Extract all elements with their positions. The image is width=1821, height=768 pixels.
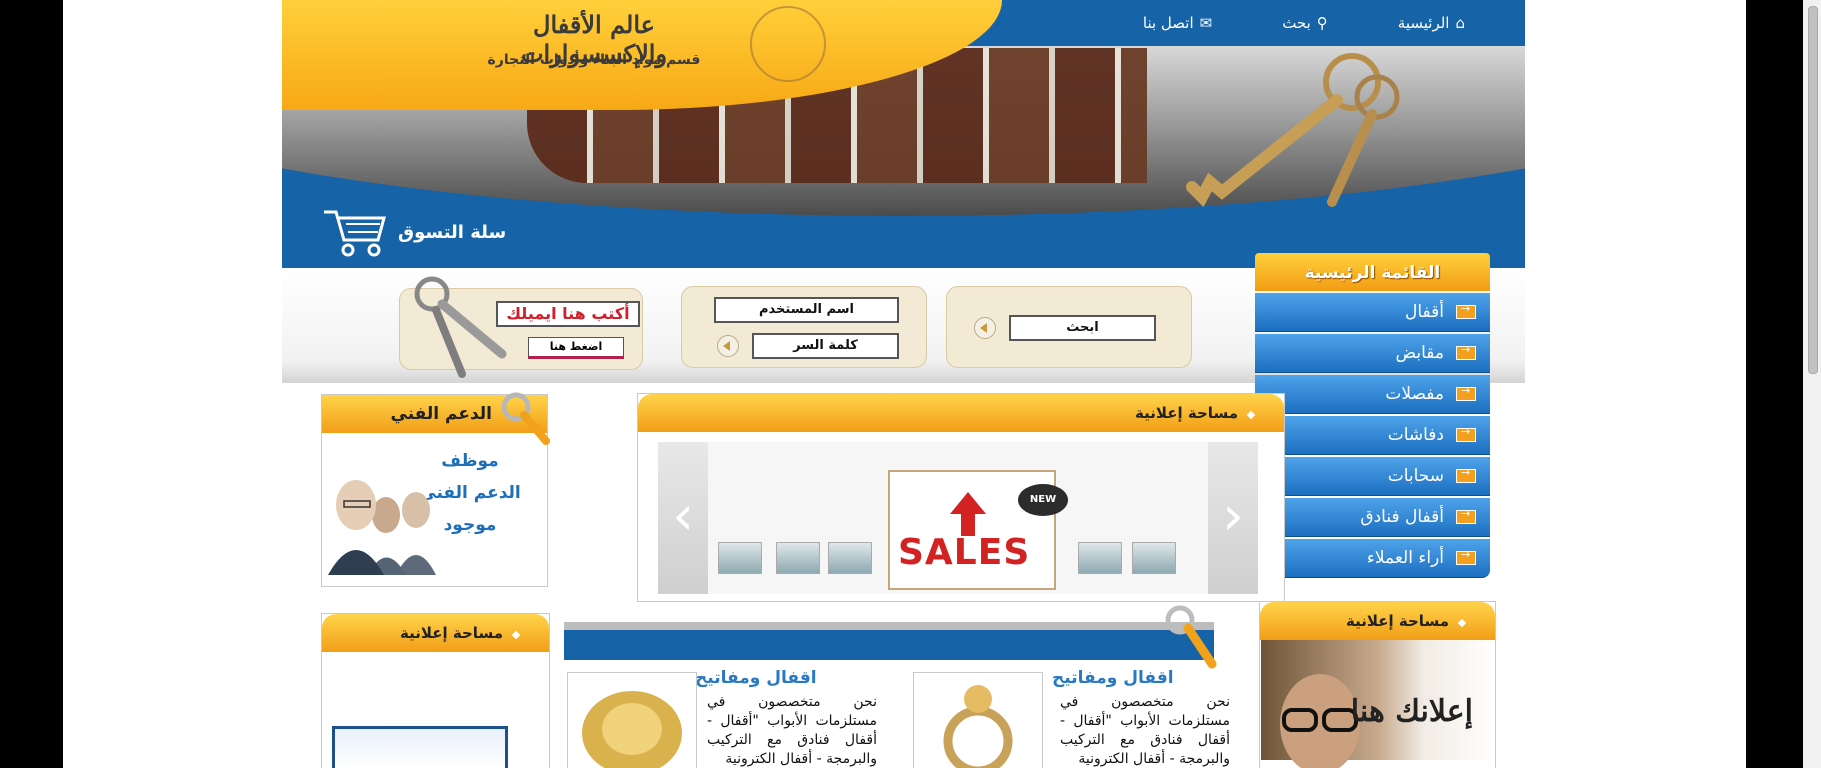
slide-thumbnail[interactable] <box>776 542 820 574</box>
arrow-icon <box>1456 425 1476 442</box>
brand-subtitle: قسم مواد البناء وأدوات التجارة <box>487 52 701 68</box>
ad-slider-title: مساحة إعلانية <box>638 394 1284 432</box>
scrollbar-thumb[interactable] <box>1808 6 1818 374</box>
username-field[interactable]: اسم المستخدم <box>714 297 899 323</box>
password-field[interactable]: كلمة السر <box>752 333 899 359</box>
arrow-icon <box>1456 302 1476 319</box>
right-ad-title: مساحة إعلانية <box>1260 602 1495 640</box>
arrow-icon <box>1456 343 1476 360</box>
product-description: نحن متخصصون في مستلزمات الأبواب "أقفال -… <box>1060 694 1230 767</box>
ad-slider-panel: مساحة إعلانية ‹ › SALES NEW <box>637 393 1285 602</box>
painter-image <box>332 726 508 768</box>
image-slider: ‹ › SALES NEW <box>658 442 1258 594</box>
left-ad-title: مساحة إعلانية <box>322 614 549 652</box>
product-description: نحن متخصصون في مستلزمات الأبواب "أقفال -… <box>707 694 877 767</box>
right-ad-panel: إعلانك هنا مساحة إعلانية <box>1259 601 1496 768</box>
login-box: اسم المستخدم كلمة السر <box>681 286 927 368</box>
submit-button[interactable]: اضغط هنا <box>528 337 624 359</box>
menu-item-pulls[interactable]: سحابات <box>1255 457 1490 496</box>
sales-text: SALES <box>898 532 1031 573</box>
search-go-button[interactable] <box>974 317 996 339</box>
key-icon <box>501 392 550 445</box>
keys-illustration <box>1186 53 1400 207</box>
arrow-icon <box>1456 384 1476 401</box>
cart-label: سلة التسوق <box>398 221 507 243</box>
diamond-icon <box>1457 618 1467 628</box>
ring-handle-icon <box>943 685 1013 768</box>
search-field[interactable]: ابحث <box>1009 315 1156 341</box>
site-container: عالم الأقفال والإكسسوارات قسم مواد البنا… <box>282 0 1525 768</box>
slider-next-button[interactable]: › <box>1208 442 1258 594</box>
menu-item-closers[interactable]: دفاشات <box>1255 416 1490 455</box>
products-header-bar <box>564 622 1214 660</box>
keys-icon <box>414 276 507 378</box>
browser-viewport: عالم الأقفال والإكسسوارات قسم مواد البنا… <box>63 0 1746 768</box>
menu-item-locks[interactable]: أقفال <box>1255 293 1490 332</box>
product-image-ring-handle[interactable] <box>913 672 1043 768</box>
diamond-icon <box>1246 410 1256 420</box>
cart-icon <box>324 210 386 257</box>
product-title[interactable]: اقفال ومفاتيح <box>1052 668 1174 688</box>
left-ad-panel: مساحة إعلانية <box>321 613 550 768</box>
diamond-icon <box>511 630 521 640</box>
vertical-scrollbar[interactable] <box>1803 0 1821 768</box>
main-menu: القائمة الرئيسية أقفال مقابض مفصلات دفاش… <box>1255 253 1490 578</box>
menu-item-hotel-locks[interactable]: أقفال فنادق <box>1255 498 1490 537</box>
sales-slide[interactable]: SALES NEW <box>888 470 1068 590</box>
site-header: عالم الأقفال والإكسسوارات قسم مواد البنا… <box>282 0 1525 268</box>
arrow-icon <box>1456 548 1476 565</box>
slide-thumbnail[interactable] <box>718 542 762 574</box>
knob-icon <box>582 691 682 768</box>
arrow-icon <box>1456 507 1476 524</box>
arrow-icon <box>1456 466 1476 483</box>
seal-logo <box>750 6 826 82</box>
login-go-button[interactable] <box>717 335 739 357</box>
shopping-cart-link[interactable]: سلة التسوق <box>320 206 506 258</box>
search-box: ابحث <box>946 286 1192 368</box>
nav-contact[interactable]: ✉ اتصل بنا <box>1143 14 1212 32</box>
advertise-here-text: إعلانك هنا <box>1350 694 1473 729</box>
slide-thumbnail[interactable] <box>1132 542 1176 574</box>
top-navigation: ⌂ الرئيسية ⚲ بحث ✉ اتصل بنا <box>1143 14 1465 32</box>
slide-thumbnail[interactable] <box>1078 542 1122 574</box>
home-icon: ⌂ <box>1455 14 1465 32</box>
email-field[interactable]: أكتب هنا ايميلك <box>496 301 640 327</box>
nav-home[interactable]: ⌂ الرئيسية <box>1398 14 1465 32</box>
slider-prev-button[interactable]: ‹ <box>658 442 708 594</box>
new-badge: NEW <box>1018 484 1068 516</box>
support-panel: الدعم الفني موظف الدعم الفني موجود <box>321 392 550 587</box>
search-icon: ⚲ <box>1316 14 1328 32</box>
slide-thumbnail[interactable] <box>828 542 872 574</box>
mail-icon: ✉ <box>1199 14 1213 32</box>
up-arrow-icon <box>950 492 986 536</box>
key-icon <box>1165 605 1217 669</box>
main-menu-title: القائمة الرئيسية <box>1255 253 1490 291</box>
nav-search[interactable]: ⚲ بحث <box>1282 14 1328 32</box>
product-image-knob[interactable] <box>567 672 697 768</box>
menu-item-testimonials[interactable]: أراء العملاء <box>1255 539 1490 578</box>
product-title[interactable]: اقفال ومفاتيح <box>695 668 817 688</box>
support-team-image <box>328 480 436 575</box>
menu-item-hinges[interactable]: مفصلات <box>1255 375 1490 414</box>
menu-item-handles[interactable]: مقابض <box>1255 334 1490 373</box>
